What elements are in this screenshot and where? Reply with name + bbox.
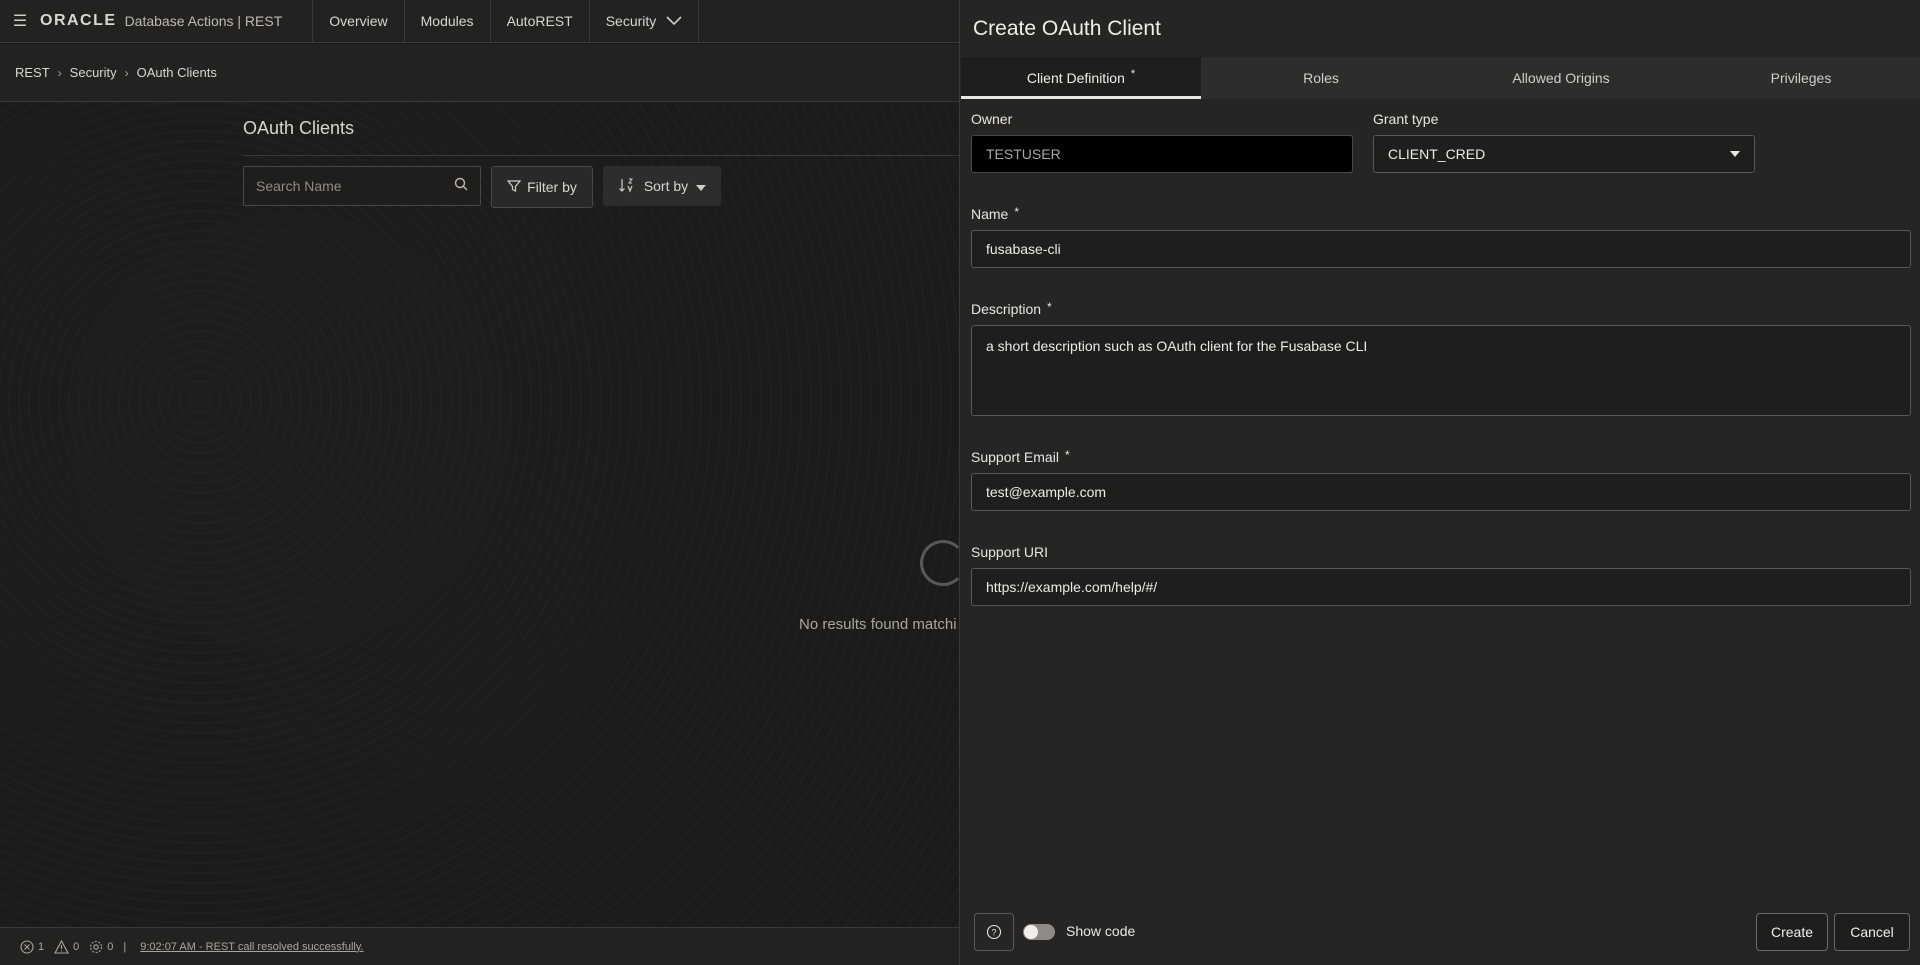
status-message[interactable]: 9:02:07 AM - REST call resolved successf… xyxy=(140,941,363,953)
tab-roles[interactable]: Roles xyxy=(1201,57,1441,99)
title-divider xyxy=(243,155,960,156)
name-label-text: Name xyxy=(971,206,1009,222)
nav-modules-label: Modules xyxy=(420,13,474,29)
breadcrumb: REST › Security › OAuth Clients xyxy=(0,44,960,102)
nav-modules[interactable]: Modules xyxy=(405,0,491,43)
chevron-down-icon xyxy=(666,16,682,26)
search-box xyxy=(243,166,481,206)
nav-overview-label: Overview xyxy=(329,13,388,29)
owner-label: Owner xyxy=(971,111,1013,127)
breadcrumb-rest[interactable]: REST xyxy=(15,65,50,80)
help-icon: ? xyxy=(986,924,1002,940)
grant-type-label: Grant type xyxy=(1373,111,1439,127)
hamburger-menu-icon[interactable]: ☰ xyxy=(0,0,40,43)
name-label: Name * xyxy=(971,205,1020,222)
warning-count-value: 0 xyxy=(73,940,80,953)
main-content: OAuth Clients Filter by Sort by No resul… xyxy=(0,102,966,927)
support-email-label: Support Email * xyxy=(971,448,1070,465)
sort-icon xyxy=(618,177,636,196)
status-separator: | xyxy=(123,940,127,953)
name-field xyxy=(971,230,1911,268)
sort-by-button[interactable]: Sort by xyxy=(603,166,721,206)
error-count[interactable]: 1 xyxy=(20,939,45,954)
description-label-text: Description xyxy=(971,301,1042,317)
tab-privileges-label: Privileges xyxy=(1770,70,1832,86)
help-button[interactable]: ? xyxy=(974,913,1014,951)
create-button[interactable]: Create xyxy=(1756,913,1828,951)
error-count-value: 1 xyxy=(38,940,45,953)
page-title: OAuth Clients xyxy=(243,118,355,138)
owner-value: TESTUSER xyxy=(986,146,1061,162)
tab-client-definition[interactable]: Client Definition * xyxy=(961,57,1201,99)
filter-by-label: Filter by xyxy=(527,179,577,195)
support-email-field xyxy=(971,473,1911,511)
required-marker: * xyxy=(1047,300,1052,314)
nav-security-label: Security xyxy=(605,13,657,29)
gear-icon xyxy=(90,940,103,953)
drawer-tabs: Client Definition * Roles Allowed Origin… xyxy=(961,57,1920,99)
nav-autorest-label: AutoREST xyxy=(506,13,573,29)
settings-count[interactable]: 0 xyxy=(89,940,113,954)
description-label: Description * xyxy=(971,300,1052,317)
warning-icon xyxy=(54,939,70,954)
tab-client-definition-label: Client Definition xyxy=(1026,70,1125,86)
tab-roles-label: Roles xyxy=(1303,70,1339,86)
empty-state-text: No results found matchi xyxy=(799,616,957,633)
warning-count[interactable]: 0 xyxy=(54,939,80,954)
chevron-right-icon: › xyxy=(57,65,62,80)
support-uri-field xyxy=(971,568,1911,606)
support-uri-input[interactable] xyxy=(986,579,1896,595)
description-field: a short description such as OAuth client… xyxy=(971,325,1911,416)
svg-text:?: ? xyxy=(991,928,996,938)
show-code-label: Show code xyxy=(1066,923,1136,939)
nav-autorest[interactable]: AutoREST xyxy=(491,0,590,43)
name-input[interactable] xyxy=(986,241,1896,257)
description-textarea[interactable]: a short description such as OAuth client… xyxy=(986,337,1896,407)
search-icon[interactable] xyxy=(454,177,468,196)
support-uri-label: Support URI xyxy=(971,544,1049,560)
nav-security[interactable]: Security xyxy=(590,0,700,43)
status-bar: 1 0 0 | 9:02:07 AM - REST call resolved … xyxy=(0,927,960,965)
app-root: ☰ ORACLE Database Actions | REST Overvie… xyxy=(0,0,1920,965)
create-oauth-client-drawer: Create OAuth Client Client Definition * … xyxy=(959,0,1920,965)
required-marker: * xyxy=(1014,205,1020,219)
brand: ORACLE Database Actions | REST xyxy=(40,0,314,43)
error-icon xyxy=(20,939,34,954)
search-input[interactable] xyxy=(256,178,454,194)
grant-type-value: CLIENT_CRED xyxy=(1388,146,1486,162)
oracle-logo: ORACLE xyxy=(40,12,117,29)
caret-down-icon xyxy=(1730,151,1740,157)
support-email-label-text: Support Email xyxy=(971,449,1059,465)
tab-allowed-origins[interactable]: Allowed Origins xyxy=(1441,57,1681,99)
sort-by-label: Sort by xyxy=(643,178,689,194)
show-code-toggle[interactable] xyxy=(1023,924,1055,940)
required-marker: * xyxy=(1130,68,1136,80)
support-email-input[interactable] xyxy=(986,484,1896,500)
grant-type-select[interactable]: CLIENT_CRED xyxy=(1373,135,1755,173)
required-marker: * xyxy=(1064,448,1070,462)
caret-down-icon xyxy=(696,178,707,194)
drawer-title: Create OAuth Client xyxy=(973,17,1161,40)
breadcrumb-security[interactable]: Security xyxy=(70,65,117,80)
chevron-right-icon: › xyxy=(124,65,129,80)
breadcrumb-oauth-clients: OAuth Clients xyxy=(136,65,217,80)
top-navigation-bar: ☰ ORACLE Database Actions | REST Overvie… xyxy=(0,0,960,43)
tab-allowed-origins-label: Allowed Origins xyxy=(1512,70,1610,86)
cancel-button[interactable]: Cancel xyxy=(1834,913,1910,951)
filter-by-button[interactable]: Filter by xyxy=(491,166,593,208)
nav-overview[interactable]: Overview xyxy=(313,0,405,43)
tab-privileges[interactable]: Privileges xyxy=(1681,57,1920,99)
settings-count-value: 0 xyxy=(107,940,114,953)
filter-icon xyxy=(506,179,522,196)
owner-field: TESTUSER xyxy=(971,135,1353,173)
product-name: Database Actions | REST xyxy=(124,13,283,29)
